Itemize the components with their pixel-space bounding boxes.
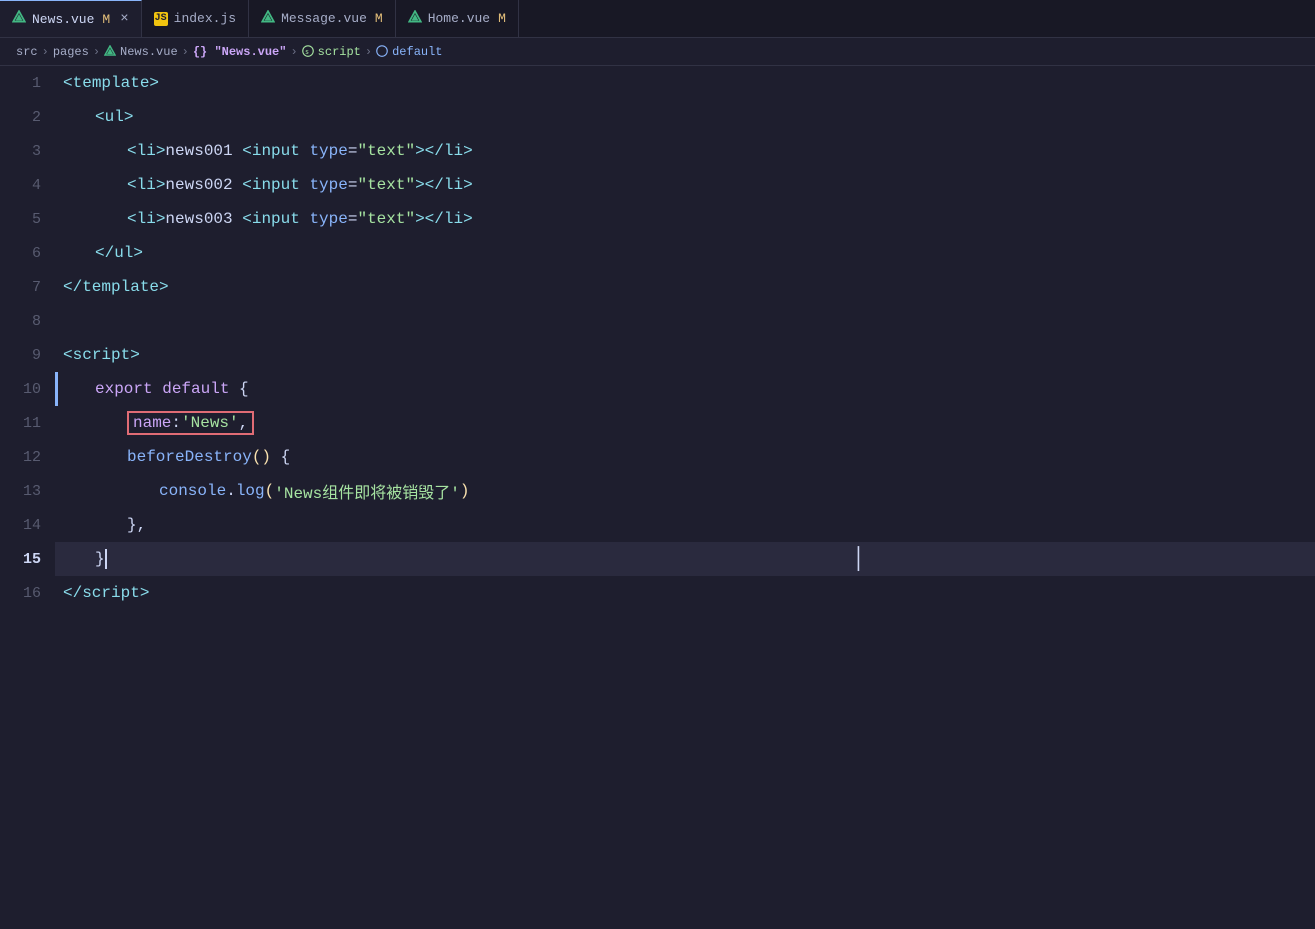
code-line-2: <ul> — [55, 100, 1315, 134]
line-num-2: 2 — [0, 100, 55, 134]
breadcrumb-script: script — [318, 45, 361, 59]
line-numbers: 1 2 3 4 5 6 7 8 9 10 11 12 13 14 15 16 — [0, 66, 55, 929]
breadcrumb-vue-icon — [104, 45, 116, 59]
breadcrumb-src: src — [16, 45, 38, 59]
line-num-12: 12 — [0, 440, 55, 474]
breadcrumb-pages: pages — [53, 45, 89, 59]
breadcrumb-sep1: › — [42, 45, 49, 59]
name-news-highlight: name:'News', — [127, 411, 254, 435]
tab-news-vue-close[interactable]: × — [120, 11, 128, 27]
breadcrumb-sep4: › — [290, 45, 297, 59]
tab-news-vue[interactable]: News.vue M × — [0, 0, 142, 37]
code-line-9: <script> — [55, 338, 1315, 372]
vue-icon-message — [261, 10, 275, 28]
code-line-15: } │ — [55, 542, 1315, 576]
line-num-7: 7 — [0, 270, 55, 304]
line-num-9: 9 — [0, 338, 55, 372]
code-line-3: <li>news001 <input type="text"></li> — [55, 134, 1315, 168]
line-num-4: 4 — [0, 168, 55, 202]
code-line-14: }, — [55, 508, 1315, 542]
tab-index-js[interactable]: JS index.js — [142, 0, 249, 37]
breadcrumb-sep2: › — [93, 45, 100, 59]
code-line-5: <li>news003 <input type="text"></li> — [55, 202, 1315, 236]
code-line-16: </script> — [55, 576, 1315, 610]
svg-text:s: s — [305, 48, 309, 56]
breadcrumb-default: default — [392, 45, 442, 59]
code-line-4: <li>news002 <input type="text"></li> — [55, 168, 1315, 202]
line-num-13: 13 — [0, 474, 55, 508]
code-line-8 — [55, 304, 1315, 338]
tab-bar: News.vue M × JS index.js Message.vue M H… — [0, 0, 1315, 38]
vue-icon-news — [12, 10, 26, 28]
tab-message-vue-modified: M — [375, 11, 383, 26]
breadcrumb: src › pages › News.vue › {} "News.vue" ›… — [0, 38, 1315, 66]
code-line-12: beforeDestroy() { — [55, 440, 1315, 474]
code-line-11: name:'News', — [55, 406, 1315, 440]
tab-message-vue[interactable]: Message.vue M — [249, 0, 396, 37]
code-line-1: <template> — [55, 66, 1315, 100]
breadcrumb-default-icon — [376, 45, 388, 59]
editor: 1 2 3 4 5 6 7 8 9 10 11 12 13 14 15 16 <… — [0, 66, 1315, 929]
line-num-10: 10 — [0, 372, 55, 406]
tab-home-vue-modified: M — [498, 11, 506, 26]
code-line-7: </template> — [55, 270, 1315, 304]
line-num-15: 15 — [0, 542, 55, 576]
line-num-16: 16 — [0, 576, 55, 610]
code-line-6: </ul> — [55, 236, 1315, 270]
i-beam-cursor: │ — [852, 547, 865, 572]
line-num-1: 1 — [0, 66, 55, 100]
breadcrumb-sep3: › — [182, 45, 189, 59]
line-num-14: 14 — [0, 508, 55, 542]
js-icon-index: JS — [154, 12, 168, 26]
tab-message-vue-label: Message.vue — [281, 11, 367, 26]
tab-home-vue[interactable]: Home.vue M — [396, 0, 519, 37]
line-num-11: 11 — [0, 406, 55, 440]
breadcrumb-script-icon: s — [302, 45, 314, 59]
breadcrumb-news-vue: News.vue — [120, 45, 178, 59]
breadcrumb-curly: {} "News.vue" — [193, 45, 287, 59]
line-num-5: 5 — [0, 202, 55, 236]
code-line-13: console.log('News组件即将被销毁了') — [55, 474, 1315, 508]
line-num-6: 6 — [0, 236, 55, 270]
code-area[interactable]: <template> <ul> <li>news001 <input type=… — [55, 66, 1315, 929]
tab-news-vue-modified: M — [102, 12, 110, 27]
line-num-8: 8 — [0, 304, 55, 338]
tab-index-js-label: index.js — [174, 11, 236, 26]
line-num-3: 3 — [0, 134, 55, 168]
vue-icon-home — [408, 10, 422, 28]
tab-news-vue-label: News.vue — [32, 12, 94, 27]
tab-home-vue-label: Home.vue — [428, 11, 490, 26]
code-line-10: export default { — [55, 372, 1315, 406]
breadcrumb-sep5: › — [365, 45, 372, 59]
